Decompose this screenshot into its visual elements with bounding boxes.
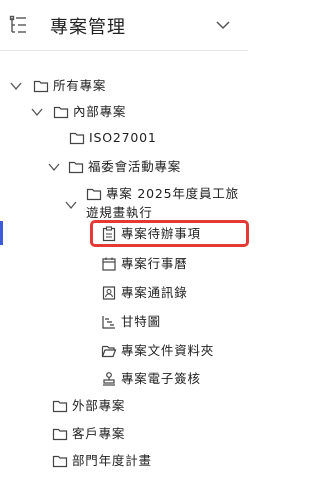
- folder-icon: [52, 455, 68, 468]
- chevron-down-icon[interactable]: [216, 20, 230, 30]
- folder-open-icon: [101, 345, 117, 358]
- highlight-box: [90, 220, 249, 247]
- tree-node-external-projects[interactable]: 外部專案: [0, 396, 248, 418]
- folder-icon: [53, 106, 69, 119]
- tree-node-label: 福委會活動專案: [88, 159, 182, 174]
- tree-item-calendar[interactable]: 專案行事曆: [0, 254, 248, 276]
- chevron-down-icon[interactable]: [31, 106, 43, 118]
- folder-icon: [52, 428, 68, 441]
- tree-node-label: 所有專案: [53, 78, 107, 93]
- tree-node-customer-projects[interactable]: 客戶專案: [0, 424, 248, 446]
- tree-item-label: 甘特圖: [121, 314, 161, 329]
- folder-icon: [69, 132, 85, 145]
- folder-icon: [33, 80, 49, 93]
- tree-node-iso27001[interactable]: ISO27001: [0, 128, 248, 150]
- tree-node-welfare-projects[interactable]: 福委會活動專案: [0, 157, 248, 179]
- header-divider: [0, 50, 248, 51]
- tree-item-esign[interactable]: 專案電子簽核: [0, 369, 248, 391]
- tree-item-files[interactable]: 專案文件資料夾: [0, 341, 248, 363]
- tree-list-icon: [9, 15, 26, 33]
- tree-node-project-2025-trip[interactable]: 專案 2025年度員工旅 遊規畫執行: [0, 184, 248, 224]
- tree-item-label: 專案文件資料夾: [121, 343, 215, 358]
- chevron-down-icon[interactable]: [65, 199, 77, 211]
- tree-item-label: 專案通訊錄: [121, 285, 188, 300]
- tree-node-annual-plan[interactable]: 部門年度計畫: [0, 451, 248, 473]
- tree-node-label: 外部專案: [72, 398, 126, 413]
- stamp-icon: [103, 372, 115, 386]
- tree-node-label: 客戶專案: [72, 426, 126, 441]
- folder-icon: [68, 161, 84, 174]
- tree-item-gantt[interactable]: 甘特圖: [0, 312, 248, 334]
- chevron-down-icon[interactable]: [48, 161, 60, 173]
- contact-card-icon: [102, 286, 116, 300]
- tree-node-label: ISO27001: [89, 130, 157, 145]
- tree-item-label: 專案行事曆: [121, 256, 188, 271]
- tree-node-label: 專案 2025年度員工旅: [106, 186, 239, 201]
- tree-item-contacts[interactable]: 專案通訊錄: [0, 283, 248, 305]
- tree-item-label: 專案電子簽核: [121, 371, 201, 386]
- page-title: 專案管理: [50, 17, 126, 38]
- folder-icon: [86, 188, 102, 201]
- panel-header: 專案管理: [0, 0, 248, 50]
- chevron-down-icon[interactable]: [10, 80, 22, 92]
- tree-node-internal-projects[interactable]: 內部專案: [0, 102, 248, 124]
- folder-icon: [52, 400, 68, 413]
- calendar-icon: [102, 257, 116, 271]
- tree-node-label: 內部專案: [73, 104, 127, 119]
- tree-node-label: 部門年度計畫: [72, 453, 152, 468]
- gantt-chart-icon: [102, 316, 115, 329]
- tree-node-all-projects[interactable]: 所有專案: [0, 76, 248, 98]
